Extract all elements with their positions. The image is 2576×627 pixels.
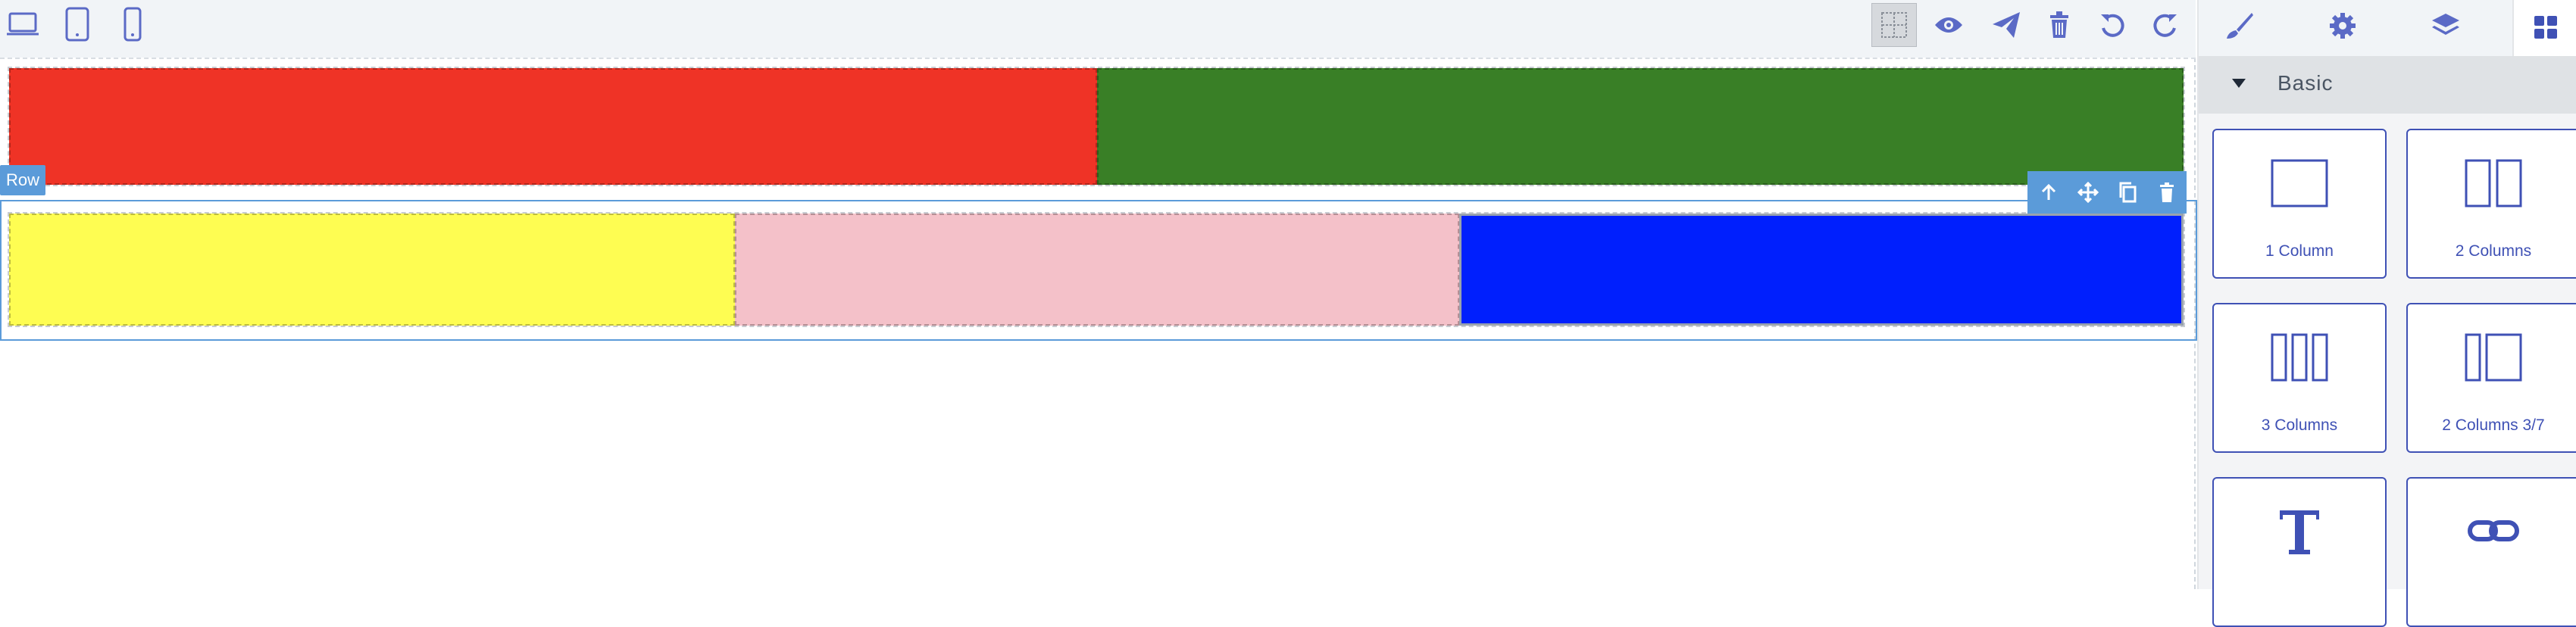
send-icon[interactable] — [1987, 6, 2026, 44]
block-2-columns[interactable]: 2 Columns — [2406, 129, 2576, 279]
canvas-top-border — [0, 58, 2196, 59]
desktop-icon[interactable] — [5, 6, 41, 42]
two-columns-37-icon — [2408, 333, 2576, 382]
move-icon[interactable] — [2074, 179, 2102, 206]
copy-icon[interactable] — [2114, 179, 2141, 206]
cell-blue[interactable] — [1459, 214, 2184, 326]
cell-red[interactable] — [9, 68, 1097, 185]
block-label: 2 Columns — [2455, 242, 2532, 260]
block-1-column[interactable]: 1 Column — [2212, 129, 2387, 279]
top-toolbar — [0, 0, 2196, 58]
block-link[interactable] — [2406, 477, 2576, 627]
cell-pink[interactable] — [735, 214, 1459, 326]
block-3-columns[interactable]: 3 Columns — [2212, 303, 2387, 453]
caret-down-icon — [2232, 79, 2246, 88]
brush-icon[interactable] — [2217, 6, 2262, 45]
block-label: 3 Columns — [2261, 416, 2338, 434]
tablet-icon[interactable] — [59, 5, 95, 44]
category-label: Basic — [2277, 71, 2334, 95]
undo-icon[interactable] — [2094, 6, 2131, 44]
blocks-panel: Basic 1 Column 2 Columns 3 Columns 2 Col… — [2197, 0, 2576, 627]
gear-icon[interactable] — [2320, 6, 2365, 45]
row-toolbar — [2027, 171, 2187, 214]
category-basic[interactable]: Basic — [2199, 56, 2576, 114]
row-badge: Row — [0, 165, 45, 195]
eye-icon[interactable] — [1929, 6, 1968, 44]
cell-yellow[interactable] — [9, 214, 735, 326]
mobile-icon[interactable] — [117, 5, 148, 44]
trash-icon[interactable] — [2041, 6, 2077, 44]
three-columns-icon — [2214, 333, 2385, 382]
one-column-icon — [2214, 159, 2385, 207]
delete-icon[interactable] — [2153, 179, 2181, 206]
block-text[interactable] — [2212, 477, 2387, 627]
block-label: 2 Columns 3/7 — [2442, 416, 2545, 434]
row-1[interactable] — [8, 67, 2185, 186]
layers-icon[interactable] — [2423, 6, 2468, 45]
arrow-up-icon[interactable] — [2035, 179, 2062, 206]
tab-blocks[interactable] — [2512, 0, 2576, 56]
text-icon — [2214, 507, 2385, 556]
blocks-icon — [2524, 8, 2567, 47]
redo-icon[interactable] — [2147, 6, 2184, 44]
row-2[interactable] — [8, 212, 2185, 327]
two-columns-icon — [2408, 159, 2576, 207]
cell-green[interactable] — [1097, 68, 2184, 185]
link-icon — [2408, 507, 2576, 556]
block-label: 1 Column — [2265, 242, 2334, 260]
block-2-columns-3-7[interactable]: 2 Columns 3/7 — [2406, 303, 2576, 453]
grid-icon[interactable] — [1871, 3, 1917, 47]
